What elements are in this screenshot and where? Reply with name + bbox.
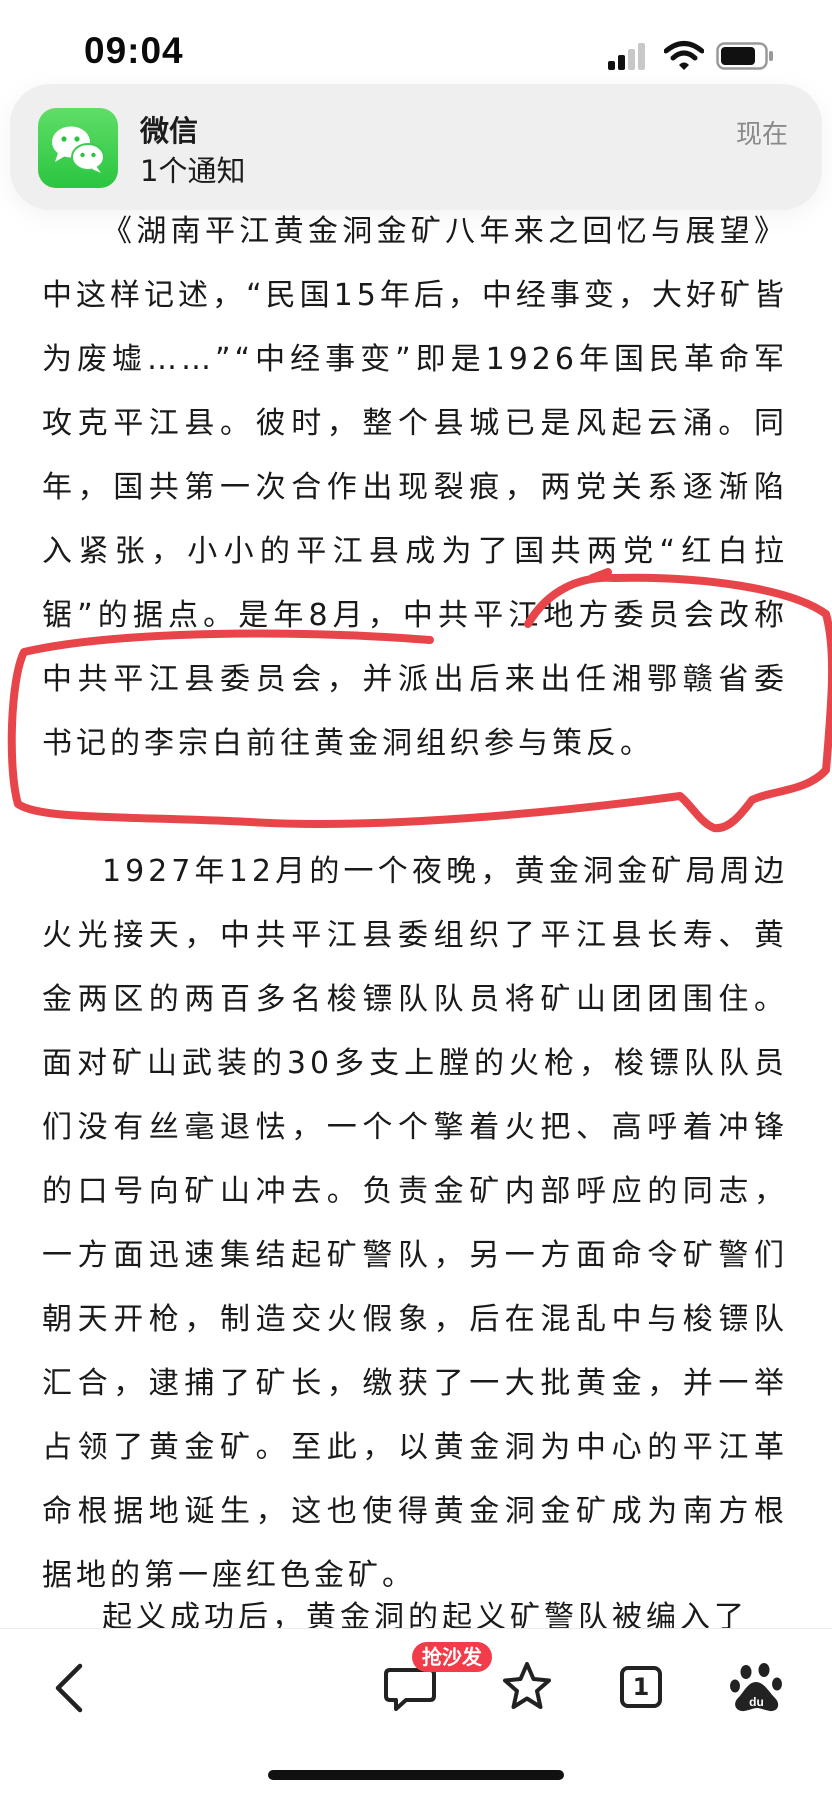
baidu-paw-icon: du	[730, 1663, 782, 1712]
star-icon	[503, 1662, 551, 1709]
status-time: 09:04	[84, 30, 184, 71]
wechat-notification-banner[interactable]: 微信 1个通知 现在	[10, 84, 822, 210]
home-indicator	[268, 1770, 564, 1780]
notification-time: 现在	[735, 120, 788, 150]
cellular-signal-icon	[608, 42, 648, 70]
article-paragraph: 1927年12月的一个夜晚，黄金洞金矿局周边火光接天，中共平江县委组织了平江县长…	[42, 854, 788, 1593]
chevron-left-icon	[55, 1663, 83, 1713]
wechat-logo-icon	[52, 126, 105, 173]
battery-icon	[716, 42, 773, 70]
baidu-button[interactable]: du	[722, 1652, 792, 1722]
back-button[interactable]	[36, 1652, 106, 1722]
svg-text:du: du	[749, 1695, 764, 1709]
notification-app-name: 微信	[140, 114, 199, 148]
wechat-app-icon	[38, 108, 118, 188]
tab-count: 1	[632, 1673, 650, 1701]
wifi-icon	[664, 41, 704, 70]
notification-body: 1个通知	[140, 154, 246, 188]
comment-badge: 抢沙发	[412, 1642, 492, 1672]
favorite-button[interactable]	[492, 1652, 562, 1722]
article-paragraph: 《湖南平江黄金洞金矿八年来之回忆与展望》中这样记述，“民国15年后，中经事变，大…	[42, 214, 788, 761]
tabs-button[interactable]: 1	[606, 1652, 676, 1722]
